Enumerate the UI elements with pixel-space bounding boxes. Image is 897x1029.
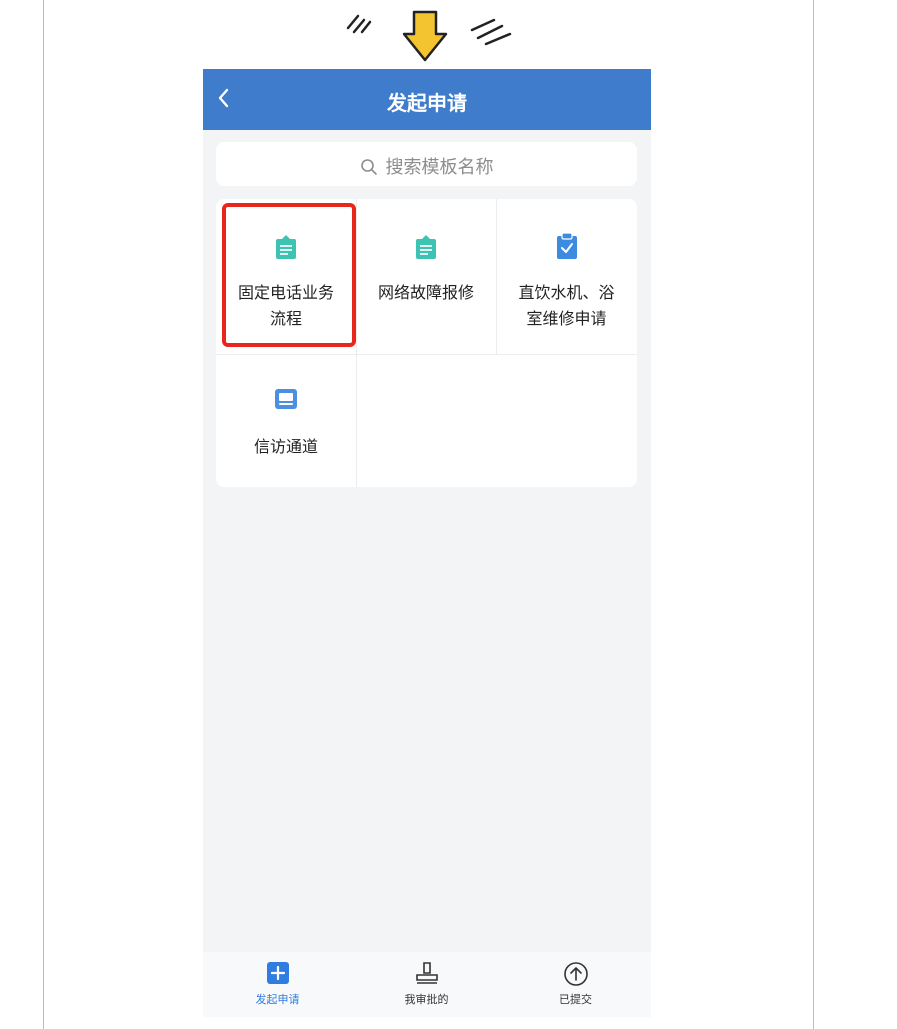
search-box[interactable]: 搜索模板名称 [216, 142, 637, 186]
template-label-line1: 直饮水机、浴 [518, 283, 615, 302]
highlight-box [222, 203, 356, 347]
template-item-petition[interactable]: 信访通道 [216, 354, 356, 487]
bottom-tab-bar: 发起申请 我审批的 已提交 [203, 952, 651, 1017]
tab-label: 发起申请 [255, 993, 300, 1006]
upload-circle-icon [563, 962, 588, 986]
search-placeholder: 搜索模板名称 [385, 157, 494, 178]
stamp-icon [415, 962, 438, 984]
tab-label: 我审批的 [404, 993, 449, 1006]
template-item-network-repair[interactable]: 网络故障报修 [356, 199, 496, 354]
page-title: 发起申请 [387, 91, 467, 115]
frame-border-right [813, 0, 814, 1029]
template-label-line2: 室维修申请 [526, 309, 607, 328]
tab-my-approvals[interactable]: 我审批的 [352, 952, 501, 1017]
tab-start-application[interactable]: 发起申请 [203, 952, 352, 1017]
inbox-tray-icon [275, 389, 297, 409]
clipboard-doc-icon [416, 235, 436, 259]
template-label-line1: 网络故障报修 [377, 283, 474, 302]
template-label-line1: 信访通道 [253, 437, 318, 456]
clipboard-check-icon [556, 232, 577, 259]
tab-submitted[interactable]: 已提交 [501, 952, 650, 1017]
add-square-icon [266, 962, 289, 984]
pointer-arrow-icon [346, 10, 512, 62]
frame-border-left [43, 0, 44, 1029]
template-item-water-bath-repair[interactable]: 直饮水机、浴 室维修申请 [496, 199, 637, 354]
top-bar: 发起申请 [203, 69, 651, 130]
search-icon [360, 159, 377, 175]
tab-label: 已提交 [559, 993, 592, 1006]
